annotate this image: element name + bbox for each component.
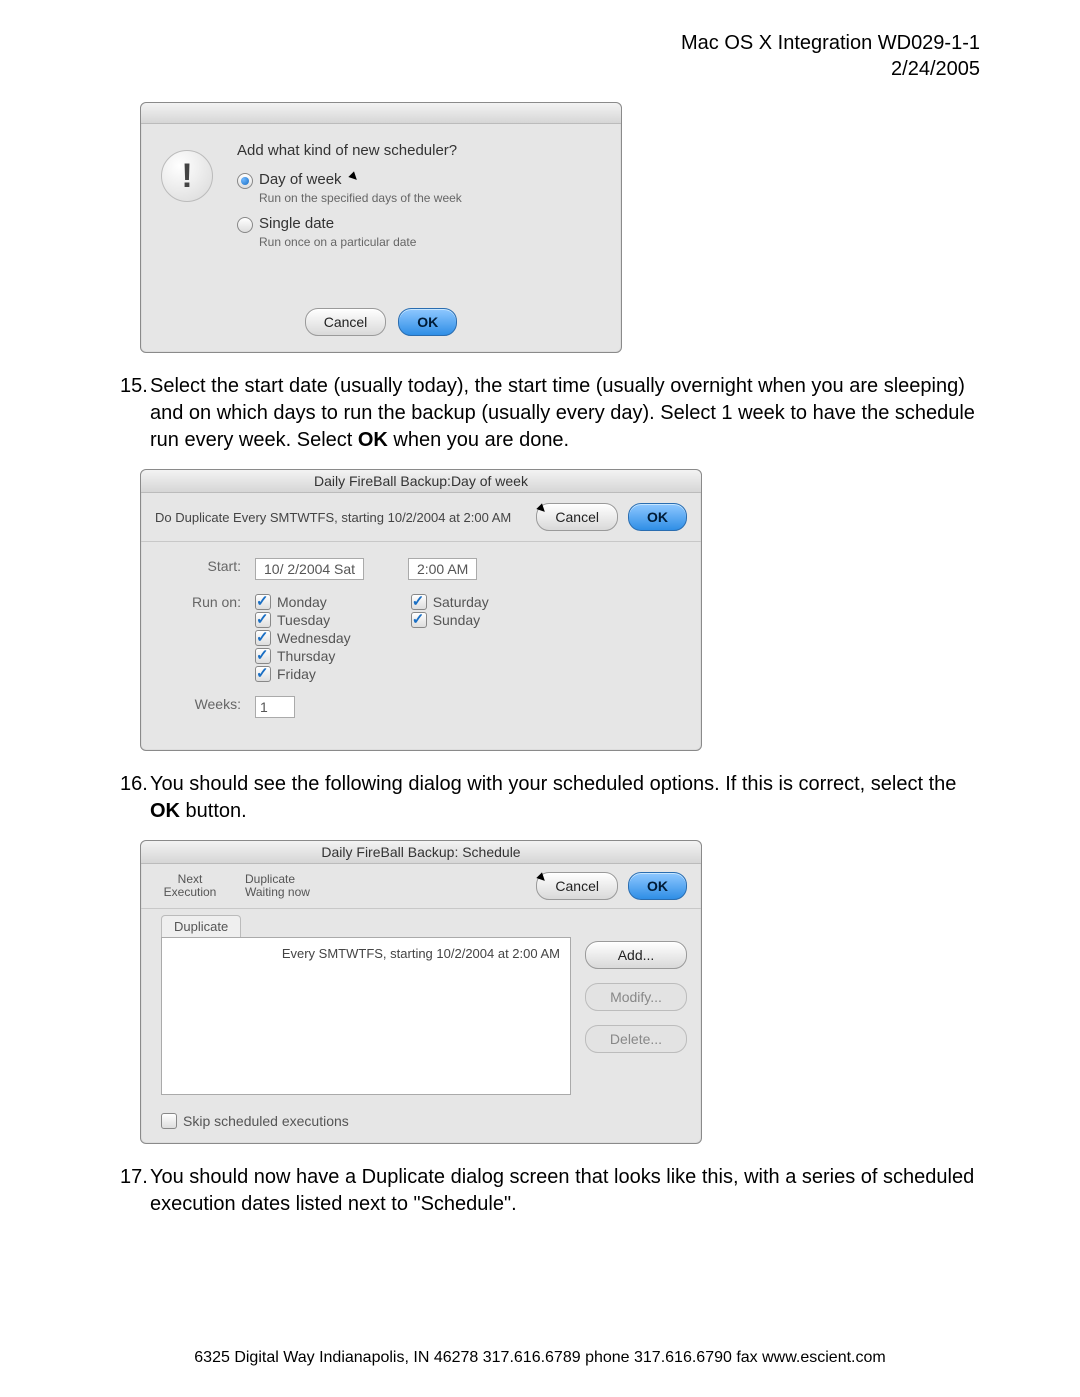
radio-icon: [237, 173, 253, 189]
header-left: Next Execution Duplicate Waiting now: [155, 873, 310, 899]
col-label: Waiting now: [245, 886, 310, 899]
step-text: You should now have a Duplicate dialog s…: [150, 1166, 974, 1215]
next-execution-label: Next Execution: [155, 873, 225, 899]
step-text: when you are done.: [388, 429, 569, 451]
dialog1-prompt: Add what kind of new scheduler?: [237, 142, 601, 159]
start-time-input[interactable]: 2:00 AM: [408, 558, 477, 580]
cursor-icon: [348, 171, 359, 182]
checkbox-icon: [161, 1113, 177, 1129]
day-check[interactable]: Tuesday: [255, 612, 351, 628]
step-bold: OK: [150, 800, 180, 822]
ok-button[interactable]: OK: [628, 503, 687, 531]
radio-icon: [237, 217, 253, 233]
day-check[interactable]: Sunday: [411, 612, 489, 628]
day-check[interactable]: Thursday: [255, 648, 351, 664]
day-label: Wednesday: [277, 630, 351, 646]
ok-button[interactable]: OK: [398, 308, 457, 336]
checkbox-icon: [411, 594, 427, 610]
alert-icon-wrap: !: [161, 142, 213, 292]
radio-label: Single date: [259, 215, 334, 232]
step-bold: OK: [358, 429, 388, 451]
day-check[interactable]: Friday: [255, 666, 351, 682]
schedule-listbox[interactable]: Every SMTWTFS, starting 10/2/2004 at 2:0…: [161, 937, 571, 1095]
day-label: Saturday: [433, 594, 489, 610]
dialog3-header-row: Next Execution Duplicate Waiting now Can…: [141, 864, 701, 909]
start-date-input[interactable]: 10/ 2/2004 Sat: [255, 558, 364, 580]
step-text: button.: [180, 800, 247, 822]
weeks-row: Weeks: 1: [161, 696, 681, 718]
page-header: Mac OS X Integration WD029-1-1 2/24/2005: [100, 30, 980, 82]
cancel-button[interactable]: Cancel: [536, 503, 618, 531]
ok-button[interactable]: OK: [628, 872, 687, 900]
checkbox-icon: [255, 666, 271, 682]
radio-single-sub: Run once on a particular date: [259, 235, 601, 249]
document-page: Mac OS X Integration WD029-1-1 2/24/2005…: [0, 0, 1080, 1397]
col-label: Execution: [155, 886, 225, 899]
dialog-day-of-week: Daily FireBall Backup:Day of week Do Dup…: [140, 469, 702, 751]
radio-label: Day of week: [259, 171, 342, 188]
start-label: Start:: [161, 558, 255, 574]
checkbox-icon: [255, 630, 271, 646]
day-check[interactable]: Wednesday: [255, 630, 351, 646]
day-check[interactable]: Saturday: [411, 594, 489, 610]
skip-checkbox-row[interactable]: Skip scheduled executions: [161, 1113, 681, 1129]
doc-title: Mac OS X Integration WD029-1-1: [100, 30, 980, 56]
radio-day-of-week[interactable]: Day of week: [237, 171, 601, 189]
cancel-button[interactable]: Cancel: [305, 308, 387, 336]
delete-button[interactable]: Delete...: [585, 1025, 687, 1053]
weeks-input[interactable]: 1: [255, 696, 295, 718]
checkbox-icon: [255, 612, 271, 628]
tab-row: Duplicate: [141, 909, 701, 937]
day-label: Thursday: [277, 648, 335, 664]
start-row: Start: 10/ 2/2004 Sat 2:00 AM: [161, 558, 681, 580]
weeks-label: Weeks:: [161, 696, 255, 712]
day-label: Tuesday: [277, 612, 330, 628]
runon-row: Run on: Monday Tuesday Wednesday Thursda…: [161, 594, 681, 682]
duplicate-status-label: Duplicate Waiting now: [245, 873, 310, 899]
dialog2-body: Start: 10/ 2/2004 Sat 2:00 AM Run on: Mo…: [141, 542, 701, 750]
dialog3-content: Every SMTWTFS, starting 10/2/2004 at 2:0…: [141, 937, 701, 1105]
modify-button[interactable]: Modify...: [585, 983, 687, 1011]
step-number: 15.: [120, 373, 150, 400]
checkbox-icon: [255, 648, 271, 664]
dialog3-footer: Skip scheduled executions: [141, 1105, 701, 1143]
side-buttons: Add... Modify... Delete...: [585, 937, 687, 1095]
step-number: 17.: [120, 1164, 150, 1191]
doc-date: 2/24/2005: [100, 56, 980, 82]
day-label: Sunday: [433, 612, 480, 628]
exclamation-icon: !: [161, 150, 213, 202]
schedule-summary-row: Do Duplicate Every SMTWTFS, starting 10/…: [141, 493, 701, 542]
days-columns: Monday Tuesday Wednesday Thursday Friday…: [255, 594, 489, 682]
cancel-button[interactable]: Cancel: [536, 872, 618, 900]
step-number: 16.: [120, 771, 150, 798]
day-label: Friday: [277, 666, 316, 682]
step-17: 17.You should now have a Duplicate dialo…: [100, 1164, 980, 1218]
dialog-schedule: Daily FireBall Backup: Schedule Next Exe…: [140, 840, 702, 1144]
dialog1-content: Add what kind of new scheduler? Day of w…: [237, 142, 601, 292]
dialog1-titlebar: [141, 103, 621, 124]
step-16: 16.You should see the following dialog w…: [100, 771, 980, 825]
checkbox-icon: [411, 612, 427, 628]
page-footer: 6325 Digital Way Indianapolis, IN 46278 …: [0, 1349, 1080, 1367]
radio-single-date[interactable]: Single date: [237, 215, 601, 233]
skip-label: Skip scheduled executions: [183, 1113, 349, 1129]
step-15: 15.Select the start date (usually today)…: [100, 373, 980, 454]
day-label: Monday: [277, 594, 327, 610]
schedule-summary: Do Duplicate Every SMTWTFS, starting 10/…: [155, 510, 536, 525]
radio-day-sub: Run on the specified days of the week: [259, 191, 601, 205]
add-button[interactable]: Add...: [585, 941, 687, 969]
dialog2-title: Daily FireBall Backup:Day of week: [141, 470, 701, 493]
runon-label: Run on:: [161, 594, 255, 610]
step-text: You should see the following dialog with…: [150, 773, 956, 795]
dialog-add-scheduler: ! Add what kind of new scheduler? Day of…: [140, 102, 622, 353]
days-col-2: Saturday Sunday: [411, 594, 489, 682]
day-check[interactable]: Monday: [255, 594, 351, 610]
dialog3-title: Daily FireBall Backup: Schedule: [141, 841, 701, 864]
days-col-1: Monday Tuesday Wednesday Thursday Friday: [255, 594, 351, 682]
schedule-entry: Every SMTWTFS, starting 10/2/2004 at 2:0…: [172, 946, 560, 961]
dialog1-buttons: Cancel OK: [141, 302, 621, 352]
checkbox-icon: [255, 594, 271, 610]
tab-duplicate[interactable]: Duplicate: [161, 915, 241, 937]
